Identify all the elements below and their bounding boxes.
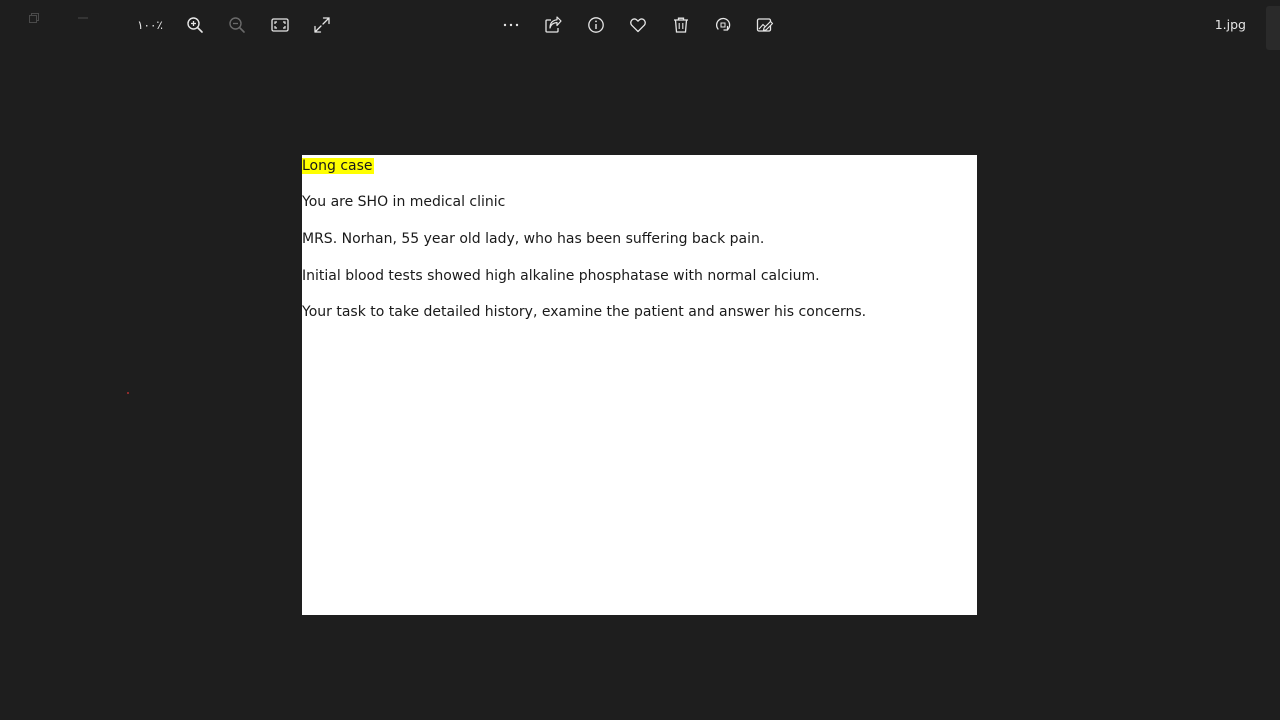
zoom-out-icon[interactable] [225, 13, 249, 37]
zoom-level-label[interactable]: ١٠٠٪ [134, 16, 166, 34]
zoom-in-icon[interactable] [183, 13, 207, 37]
image-canvas: Long case You are SHO in medical clinic … [302, 155, 977, 615]
share-icon[interactable] [541, 13, 565, 37]
document-line: MRS. Norhan, 55 year old lady, who has b… [302, 231, 765, 247]
document-line: You are SHO in medical clinic [302, 194, 506, 210]
restore-icon[interactable] [26, 10, 42, 26]
edit-icon[interactable] [753, 13, 777, 37]
rotate-icon[interactable] [711, 13, 735, 37]
fullscreen-icon[interactable] [310, 13, 334, 37]
photo-viewer-window: ١٠٠٪ 1.jpg Long case You are SHO in medi… [0, 0, 1280, 720]
heart-icon[interactable] [626, 13, 650, 37]
document-heading-text: Long case [302, 158, 374, 174]
side-panel-handle[interactable] [1266, 6, 1280, 50]
cursor-dot [127, 392, 129, 394]
file-name-label: 1.jpg [1214, 17, 1246, 32]
fit-to-window-icon[interactable] [268, 13, 292, 37]
document-line: Your task to take detailed history, exam… [302, 304, 867, 320]
document-line: Initial blood tests showed high alkaline… [302, 268, 820, 284]
document-heading: Long case [302, 155, 374, 177]
trash-icon[interactable] [669, 13, 693, 37]
minimize-icon[interactable] [75, 10, 91, 26]
more-icon[interactable] [499, 13, 523, 37]
info-icon[interactable] [584, 13, 608, 37]
